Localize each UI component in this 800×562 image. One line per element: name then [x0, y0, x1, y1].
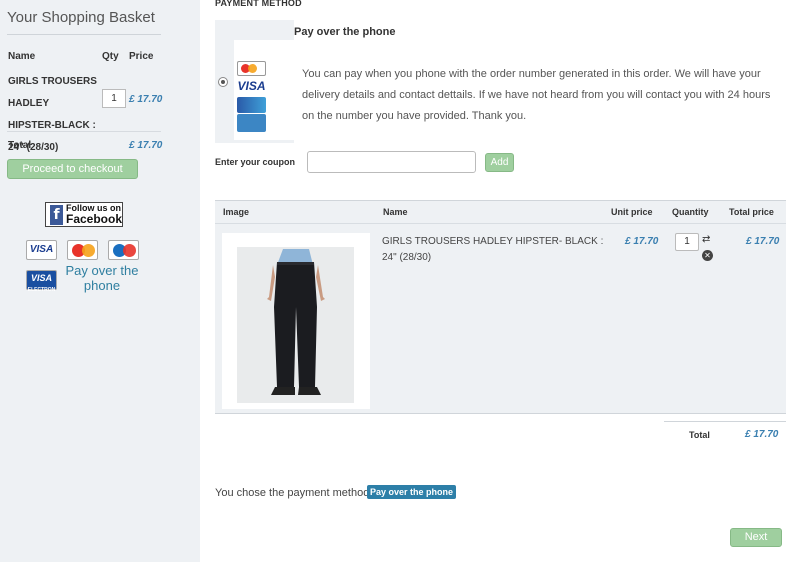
checkout-main: PAYMENT METHOD VISA Pay over the phone Y… — [215, 0, 800, 562]
header-unit-price: Unit price — [611, 207, 653, 217]
cart-total-label: Total — [689, 430, 710, 440]
refresh-icon[interactable]: ⇄ — [702, 234, 713, 245]
header-quantity: Quantity — [672, 207, 709, 217]
basket-header-name: Name — [8, 51, 36, 62]
visa-electron-icon: VISA ELECTRON — [26, 270, 57, 293]
facebook-icon: f — [50, 204, 63, 225]
proceed-to-checkout-button[interactable]: Proceed to checkout — [7, 159, 138, 179]
cart-table-header: Image Name Unit price Quantity Total pri… — [215, 200, 786, 223]
header-image: Image — [223, 207, 250, 217]
divider — [664, 421, 786, 422]
shopping-basket-sidebar: Your Shopping Basket Name Qty Price GIRL… — [0, 0, 200, 562]
pay-over-phone-text: Pay over the phone — [65, 263, 139, 293]
payment-method-radio[interactable] — [218, 77, 228, 87]
cart-total-value: £ 17.70 — [745, 429, 779, 440]
remove-icon[interactable]: ✕ — [702, 250, 713, 261]
facebook-text: Facebook — [65, 212, 122, 226]
payment-method-heading: PAYMENT METHOD — [215, 0, 302, 8]
add-coupon-button[interactable]: Add — [485, 153, 514, 172]
visa-card-icon: VISA — [237, 79, 266, 93]
coupon-label: Enter your coupon — [215, 157, 296, 167]
divider — [7, 34, 161, 35]
payment-cards-logo: VISA — [234, 40, 296, 140]
chosen-method-text: You chose the payment method: — [215, 487, 373, 499]
mastercard-icon — [67, 240, 98, 260]
cart-item-unit-price: £ 17.70 — [625, 236, 659, 247]
cart-item-name[interactable]: GIRLS TROUSERS HADLEY HIPSTER- BLACK : 2… — [382, 234, 612, 266]
visa-electron-text: VISA — [30, 273, 52, 283]
mastercard-icon — [237, 61, 266, 76]
header-total-price: Total price — [729, 207, 774, 217]
follow-facebook-link[interactable]: f Follow us on Facebook — [45, 202, 123, 227]
american-express-icon — [237, 114, 266, 132]
electron-text: ELECTRON — [27, 287, 56, 293]
chosen-method-badge: Pay over the phone — [367, 485, 457, 499]
basket-total-label: Total — [8, 140, 32, 151]
maestro-icon — [108, 240, 139, 260]
basket-header-price: Price — [129, 51, 154, 62]
payment-method-box: VISA Pay over the phone You can pay when… — [215, 20, 786, 143]
basket-title: Your Shopping Basket — [7, 9, 155, 26]
payment-method-title: Pay over the phone — [294, 26, 396, 38]
visa-card-icon: VISA — [26, 240, 57, 260]
cb-card-icon — [237, 97, 266, 113]
payment-method-description: You can pay when you phone with the orde… — [302, 68, 771, 122]
payment-method-content: Pay over the phone You can pay when you … — [294, 20, 786, 143]
coupon-input[interactable] — [307, 151, 476, 173]
cart-item-total-price: £ 17.70 — [746, 236, 780, 247]
basket-total-value: £ 17.70 — [129, 140, 163, 151]
table-row: GIRLS TROUSERS HADLEY HIPSTER- BLACK : 2… — [215, 223, 786, 414]
header-name: Name — [383, 207, 408, 217]
cart-item-quantity-input[interactable]: 1 — [675, 233, 699, 251]
product-image[interactable] — [222, 233, 370, 409]
next-button[interactable]: Next — [730, 528, 782, 547]
trousers-image — [267, 249, 325, 395]
basket-item-qty-input[interactable]: 1 — [102, 89, 126, 108]
divider — [7, 131, 161, 132]
basket-item-price: £ 17.70 — [129, 94, 163, 105]
basket-header-qty: Qty — [102, 51, 119, 62]
